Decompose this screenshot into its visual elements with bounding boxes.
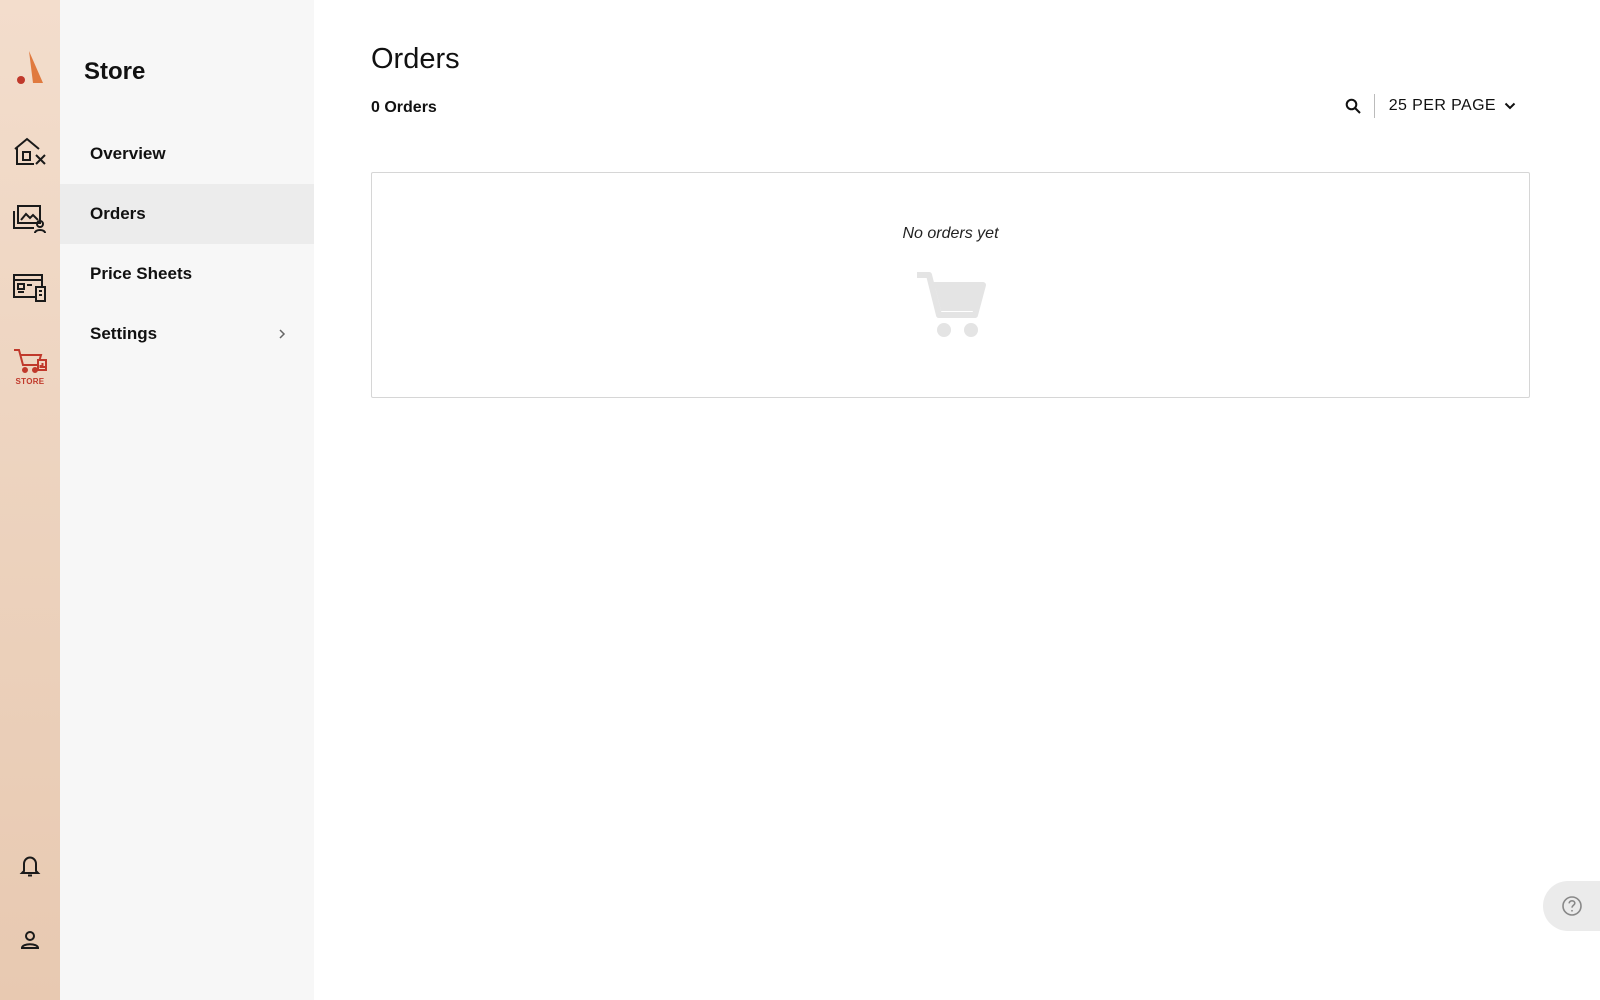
help-button[interactable]	[1543, 881, 1600, 931]
store-cart-icon	[14, 348, 47, 373]
sidebar-title: Store	[84, 58, 146, 85]
page-title: Orders	[371, 43, 460, 75]
toolbar-divider	[1373, 94, 1375, 118]
sidebar-item-label: Price Sheets	[90, 264, 193, 283]
sidebar-item-label: Orders	[90, 204, 146, 223]
sidebar-item-orders[interactable]: Orders	[60, 184, 314, 244]
orders-main: Orders 0 Orders 25 PER PAGE No orders ye…	[314, 0, 1600, 1000]
cart-icon	[916, 272, 986, 337]
empty-state-message: No orders yet	[902, 225, 999, 242]
bell-icon	[19, 856, 41, 877]
chevron-right-icon	[279, 329, 286, 339]
sidebar-item-settings[interactable]: Settings	[60, 304, 314, 364]
rail-item-website[interactable]	[0, 265, 60, 311]
orders-toolbar: 25 PER PAGE	[1342, 92, 1516, 120]
brand-logo-icon	[17, 51, 43, 84]
orders-count: 0 Orders	[371, 99, 437, 116]
sidebar-item-overview[interactable]: Overview	[60, 124, 314, 184]
rail-item-store[interactable]: STORE	[0, 342, 60, 390]
icon-rail: STORE	[0, 0, 60, 1000]
sidebar-item-label: Settings	[90, 324, 158, 343]
gallery-clients-icon	[13, 205, 46, 234]
chevron-down-icon	[1504, 102, 1516, 110]
question-circle-icon	[1561, 896, 1582, 916]
user-icon	[20, 931, 40, 949]
rail-item-property[interactable]	[0, 128, 60, 174]
sidebar-item-label: Overview	[90, 144, 166, 163]
account-button[interactable]	[0, 922, 60, 958]
website-builder-icon	[13, 274, 46, 302]
per-page-dropdown[interactable]: 25 PER PAGE	[1389, 97, 1516, 115]
per-page-label: 25 PER PAGE	[1388, 97, 1496, 114]
property-tools-icon	[14, 137, 46, 165]
rail-item-galleries[interactable]	[0, 196, 60, 242]
store-sidebar: Store Overview Orders Price Sheets Setti…	[60, 0, 314, 1000]
rail-store-caption: STORE	[15, 376, 45, 386]
empty-orders-panel: No orders yet	[371, 172, 1530, 398]
brand-logo[interactable]	[0, 44, 60, 90]
search-icon	[1345, 98, 1361, 114]
sidebar-item-price-sheets[interactable]: Price Sheets	[60, 244, 314, 304]
search-button[interactable]	[1342, 94, 1366, 118]
notifications-button[interactable]	[0, 848, 60, 884]
